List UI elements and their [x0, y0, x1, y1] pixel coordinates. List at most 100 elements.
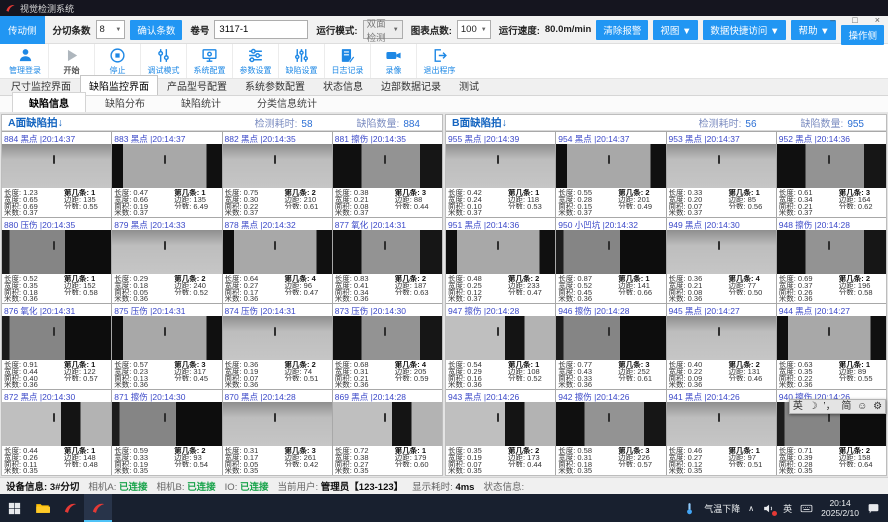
- defect-cell[interactable]: 878 黑点 |20:14:32长度: 0.64宽度: 0.27面积: 0.17…: [223, 218, 332, 303]
- drive-side-button[interactable]: 传动侧: [0, 16, 45, 44]
- defect-cell[interactable]: 880 压伤 |20:14:35长度: 0.52宽度: 0.35面积: 0.18…: [2, 218, 111, 303]
- action-user[interactable]: 管理登录: [2, 44, 48, 78]
- ime-settings-gear-icon[interactable]: ⚙: [873, 400, 882, 413]
- defect-cell[interactable]: 883 黑点 |20:14:37长度: 0.47宽度: 0.66面积: 0.19…: [112, 132, 221, 217]
- start-button[interactable]: [0, 494, 28, 522]
- tray-expand-chevron[interactable]: ∧: [748, 504, 754, 513]
- defect-cell[interactable]: 873 压伤 |20:14:30长度: 0.68宽度: 0.31面积: 0.21…: [333, 304, 442, 389]
- ime-moon-icon[interactable]: ☽: [809, 400, 818, 413]
- defect-cell[interactable]: 941 黑点 |20:14:26长度: 0.46宽度: 0.27面积: 0.12…: [667, 390, 776, 475]
- defect-info: 长度: 0.72宽度: 0.38面积: 0.27米数: 0.35第几条: 1边距…: [333, 446, 442, 475]
- defect-info: 长度: 0.54宽度: 0.29面积: 0.16米数: 0.36第几条: 1边距…: [446, 360, 555, 389]
- action-defect-sliders[interactable]: 缺陷设置: [278, 44, 324, 78]
- info-meters: 米数: 0.36: [669, 381, 729, 388]
- slit-count-select[interactable]: 8▼: [96, 20, 126, 39]
- defect-cell[interactable]: 950 小凹坑 |20:14:32长度: 0.87宽度: 0.52面积: 0.4…: [556, 218, 665, 303]
- action-log[interactable]: 日志记录: [324, 44, 370, 78]
- info-score: 分数: 0.46: [728, 375, 773, 382]
- defect-cell[interactable]: 877 氧化 |20:14:31长度: 0.83宽度: 0.41面积: 0.34…: [333, 218, 442, 303]
- action-params-sliders[interactable]: 参数设置: [232, 44, 278, 78]
- defect-cell[interactable]: 952 黑点 |20:14:36长度: 0.61宽度: 0.34面积: 0.21…: [777, 132, 886, 217]
- keyboard-icon[interactable]: [800, 502, 813, 515]
- defect-cell[interactable]: 870 黑点 |20:14:28长度: 0.31宽度: 0.17面积: 0.05…: [223, 390, 332, 475]
- confirm-count-button[interactable]: 确认条数: [130, 20, 182, 40]
- sub-tab[interactable]: 缺陷统计: [164, 92, 238, 112]
- defect-mark: [164, 241, 166, 250]
- info-score: 分数: 0.53: [508, 203, 553, 210]
- close-button[interactable]: ×: [875, 15, 880, 25]
- speaker-icon[interactable]: [762, 502, 775, 515]
- panel-a-grid: 884 黑点 |20:14:37长度: 1.23宽度: 0.65面积: 0.69…: [2, 131, 442, 475]
- defect-info: 长度: 0.68宽度: 0.31面积: 0.21米数: 0.36第几条: 4边距…: [333, 360, 442, 389]
- defect-cell[interactable]: 869 黑点 |20:14:28长度: 0.72宽度: 0.38面积: 0.27…: [333, 390, 442, 475]
- defect-cell[interactable]: 879 黑点 |20:14:33长度: 0.29宽度: 0.18面积: 0.05…: [112, 218, 221, 303]
- info-meters: 米数: 0.36: [335, 381, 395, 388]
- defect-cell[interactable]: 949 黑点 |20:14:30长度: 0.36宽度: 0.21面积: 0.08…: [667, 218, 776, 303]
- defect-cell[interactable]: 881 擦伤 |20:14:35长度: 0.38宽度: 0.21面积: 0.08…: [333, 132, 442, 217]
- defect-mark: [718, 241, 720, 250]
- defect-cell[interactable]: 884 黑点 |20:14:37长度: 1.23宽度: 0.65面积: 0.69…: [2, 132, 111, 217]
- defect-cell[interactable]: 942 擦伤 |20:14:26长度: 0.58宽度: 0.31面积: 0.18…: [556, 390, 665, 475]
- clock[interactable]: 20:142025/2/10: [821, 498, 859, 518]
- action-monitor[interactable]: 系统配置: [186, 44, 232, 78]
- info-meters: 米数: 0.37: [4, 209, 64, 216]
- app-taskbar-icon[interactable]: [56, 494, 84, 522]
- defect-cell[interactable]: 874 压伤 |20:14:31长度: 0.36宽度: 0.19面积: 0.07…: [223, 304, 332, 389]
- main-tab[interactable]: 测试: [450, 75, 488, 95]
- defect-cell[interactable]: 871 擦伤 |20:14:30长度: 0.59宽度: 0.33面积: 0.19…: [112, 390, 221, 475]
- defect-cell[interactable]: 953 黑点 |20:14:37长度: 0.33宽度: 0.20面积: 0.07…: [667, 132, 776, 217]
- defect-cell[interactable]: 948 擦伤 |20:14:28长度: 0.69宽度: 0.37面积: 0.26…: [777, 218, 886, 303]
- sub-tab[interactable]: 缺陷分布: [88, 92, 162, 112]
- maximize-button[interactable]: □: [852, 15, 857, 25]
- info-area: 面积: 0.07: [225, 375, 285, 382]
- file-explorer-icon[interactable]: [28, 494, 56, 522]
- info-strip: 第几条: 2: [508, 447, 553, 454]
- defect-cell[interactable]: 955 黑点 |20:14:39长度: 0.42宽度: 0.24面积: 0.10…: [446, 132, 555, 217]
- defect-cell[interactable]: 875 压伤 |20:14:31长度: 0.57宽度: 0.23面积: 0.13…: [112, 304, 221, 389]
- chart-points-select[interactable]: 100▼: [457, 20, 491, 39]
- app-taskbar-icon-active[interactable]: [84, 494, 112, 522]
- defect-cell[interactable]: 954 黑点 |20:14:37长度: 0.55宽度: 0.28面积: 0.15…: [556, 132, 665, 217]
- ime-simplified-toggle[interactable]: 简: [841, 400, 851, 413]
- defect-cell-header: 880 压伤 |20:14:35: [2, 218, 111, 230]
- info-score: 分数: 0.52: [174, 289, 219, 296]
- action-play[interactable]: 开始: [48, 44, 94, 78]
- action-stop[interactable]: 停止: [94, 44, 140, 78]
- run-mode-select[interactable]: 双面检测▼: [363, 20, 403, 39]
- ime-punctuation-toggle[interactable]: ’，: [823, 400, 835, 413]
- sub-tab[interactable]: 分类信息统计: [240, 92, 334, 112]
- defect-cell[interactable]: 945 黑点 |20:14:27长度: 0.40宽度: 0.22面积: 0.09…: [667, 304, 776, 389]
- defect-cell-header: 874 压伤 |20:14:31: [223, 304, 332, 316]
- action-debug-sliders[interactable]: 调试模式: [140, 44, 186, 78]
- log-icon: [339, 47, 356, 64]
- operator-side-button[interactable]: 操作侧: [841, 25, 884, 45]
- defect-cell[interactable]: 951 黑点 |20:14:36长度: 0.48宽度: 0.25面积: 0.12…: [446, 218, 555, 303]
- info-area: 面积: 0.34: [335, 289, 395, 296]
- weather-text[interactable]: 气温下降: [704, 502, 740, 515]
- info-margin: 边距: 226: [618, 454, 663, 461]
- ime-lang-indicator[interactable]: 英: [783, 502, 792, 515]
- defect-cell-header: 946 擦伤 |20:14:28: [556, 304, 665, 316]
- info-len: 长度: 0.38: [335, 189, 395, 196]
- defect-cell[interactable]: 882 黑点 |20:14:35长度: 0.75宽度: 0.30面积: 0.22…: [223, 132, 332, 217]
- defect-cell[interactable]: 944 黑点 |20:14:27长度: 0.63宽度: 0.35面积: 0.22…: [777, 304, 886, 389]
- clear-alarm-button[interactable]: 清除报警: [596, 20, 648, 40]
- defect-cell[interactable]: 943 黑点 |20:14:26长度: 0.35宽度: 0.19面积: 0.07…: [446, 390, 555, 475]
- action-camera[interactable]: 录像: [370, 44, 416, 78]
- tray-app-icon[interactable]: [867, 502, 880, 515]
- defect-cell[interactable]: 876 氧化 |20:14:31长度: 0.91宽度: 0.44面积: 0.40…: [2, 304, 111, 389]
- info-len: 长度: 0.68: [335, 361, 395, 368]
- defect-cell[interactable]: 872 黑点 |20:14:30长度: 0.44宽度: 0.26面积: 0.11…: [2, 390, 111, 475]
- view-menu-button[interactable]: 视图 ▼: [653, 20, 698, 40]
- main-tab[interactable]: 边部数据记录: [372, 75, 450, 95]
- info-score: 分数: 6.49: [174, 203, 219, 210]
- minimize-button[interactable]: –: [830, 15, 835, 25]
- ime-emoji-icon[interactable]: ☺: [857, 400, 867, 413]
- roll-number-input[interactable]: [214, 20, 308, 39]
- action-exit[interactable]: 退出程序: [416, 44, 462, 78]
- defect-cell[interactable]: 947 擦伤 |20:14:28长度: 0.54宽度: 0.29面积: 0.16…: [446, 304, 555, 389]
- quick-access-menu-button[interactable]: 数据快捷访问 ▼: [703, 20, 786, 40]
- ime-lang-toggle[interactable]: 英: [793, 400, 803, 413]
- defect-cell[interactable]: 946 擦伤 |20:14:28长度: 0.77宽度: 0.43面积: 0.33…: [556, 304, 665, 389]
- sub-tab[interactable]: 缺陷信息: [12, 92, 86, 112]
